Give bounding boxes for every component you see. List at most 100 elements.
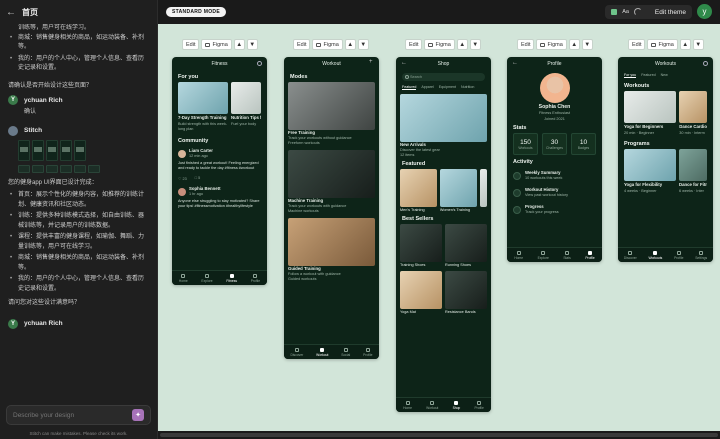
nav-explore[interactable]: Explore [201, 273, 213, 283]
workout-card[interactable]: Yoga for Beginners 20 min · Beginner [624, 91, 677, 136]
edit-theme-button[interactable]: Edit theme [655, 9, 686, 16]
tab-featured[interactable]: Featured [641, 73, 655, 78]
screen-thumbnail[interactable] [60, 139, 72, 161]
screen-thumbnail[interactable] [74, 139, 86, 161]
back-arrow-icon[interactable]: ← [6, 7, 16, 18]
nav-explore[interactable]: Explore [538, 250, 549, 260]
edit-button[interactable]: Edit [182, 39, 200, 50]
screen-thumbnail[interactable] [18, 164, 30, 173]
thumbs-up-icon[interactable]: ▲ [344, 39, 356, 50]
program-card[interactable]: Dance for Fitn 6 weeks · Inter [679, 149, 707, 194]
thumbs-up-icon[interactable]: ▲ [568, 39, 580, 50]
prompt-input[interactable] [13, 411, 132, 419]
shop-search[interactable]: Search [402, 73, 485, 81]
edit-button[interactable]: Edit [628, 39, 646, 50]
horizontal-scrollbar[interactable] [158, 431, 720, 439]
nav-settings[interactable]: Settings [695, 250, 707, 260]
nav-discover[interactable]: Discover [624, 250, 637, 260]
profile-avatar[interactable] [539, 73, 570, 103]
screen-profile[interactable]: ← Profile Sophia Chen Fitness Enthusiast… [507, 57, 602, 262]
nav-profile[interactable]: Profile [674, 250, 683, 260]
nav-home[interactable]: Home [403, 400, 412, 410]
thumbs-down-icon[interactable]: ▼ [357, 39, 369, 50]
send-button[interactable]: ✦ [132, 409, 144, 421]
tab-featured[interactable]: Featured [402, 85, 417, 90]
community-post[interactable]: Liam Carter 12 min ago Just finished a g… [172, 146, 267, 173]
like-icon[interactable]: ♡ 23 [178, 176, 187, 181]
add-icon[interactable]: + [369, 59, 374, 65]
screen-thumbnail[interactable] [18, 139, 30, 161]
thumbs-up-icon[interactable]: ▲ [679, 39, 691, 50]
figma-button[interactable]: Figma [647, 39, 678, 50]
settings-icon[interactable] [703, 61, 708, 66]
content-card[interactable]: 7-Day Strength Training Build strength w… [178, 82, 228, 132]
activity-item[interactable]: Progress Track your progress [507, 201, 602, 218]
content-card[interactable]: Nutrition Tips f Fuel your body [231, 82, 261, 132]
design-canvas[interactable]: Edit Figma ▲ ▼ Edit Figma ▲ ▼ Edit Figma… [158, 24, 720, 431]
activity-item[interactable]: Workout History View past workout history [507, 184, 602, 201]
nav-stats[interactable]: Stats [563, 250, 571, 260]
screen-thumbnail[interactable] [60, 164, 72, 173]
nav-profile[interactable]: Profile [585, 250, 595, 260]
program-card[interactable]: Yoga for Flexibility 4 weeks · Beginner [624, 149, 676, 194]
activity-item[interactable]: Weekly Summary 10 workouts this week [507, 167, 602, 184]
figma-button[interactable]: Figma [312, 39, 343, 50]
thumbs-down-icon[interactable]: ▼ [246, 39, 258, 50]
nav-fitness[interactable]: Fitness [226, 273, 237, 283]
edit-button[interactable]: Edit [405, 39, 423, 50]
new-arrivals-card[interactable]: New Arrivals Discover the latest gear 12… [396, 92, 491, 158]
nav-workout[interactable]: Workout [316, 347, 328, 357]
screen-thumbnail[interactable] [46, 164, 58, 173]
edit-button[interactable]: Edit [293, 39, 311, 50]
figma-button[interactable]: Figma [536, 39, 567, 50]
back-arrow-icon[interactable]: ← [512, 60, 518, 66]
product-card[interactable]: Running Shoes [445, 224, 487, 268]
screen-fitness[interactable]: Fitness For you 7-Day Strength Training … [172, 57, 267, 285]
theme-control[interactable]: Aa Edit theme [605, 5, 692, 19]
nav-profile[interactable]: Profile [251, 273, 260, 283]
product-card[interactable]: Training Shoes [400, 224, 442, 268]
product-card[interactable]: Women's Training [439, 169, 477, 213]
mode-item[interactable]: Guided Training Follow a workout with gu… [284, 214, 379, 282]
screen-thumbnail[interactable] [74, 164, 86, 173]
screen-thumbnail[interactable] [32, 139, 44, 161]
mode-badge[interactable]: STANDARD MODE [166, 7, 226, 17]
product-card[interactable] [479, 169, 487, 213]
thumbs-down-icon[interactable]: ▼ [469, 39, 481, 50]
comment-icon[interactable]: □ 5 [195, 176, 200, 181]
mode-item[interactable]: Free Training Track your workouts withou… [284, 82, 379, 146]
back-arrow-icon[interactable]: ← [401, 60, 407, 66]
nav-social[interactable]: Social [341, 347, 350, 357]
workout-card[interactable]: Dance Cardio 30 min · Interm [679, 91, 707, 136]
thumbs-up-icon[interactable]: ▲ [233, 39, 245, 50]
thumbs-down-icon[interactable]: ▼ [581, 39, 593, 50]
screen-thumbnail[interactable] [46, 139, 58, 161]
figma-button[interactable]: Figma [424, 39, 455, 50]
chat-history[interactable]: 训练等，用户可在线学习。 商城：销售健身相关的商品，如运动装备、补剂等。 我的：… [0, 24, 157, 399]
screen-thumbnail[interactable] [32, 164, 44, 173]
nav-discover[interactable]: Discover [290, 347, 303, 357]
nav-home[interactable]: Home [179, 273, 188, 283]
screen-thumbnail[interactable] [88, 164, 100, 173]
settings-icon[interactable] [257, 61, 262, 66]
tab-nutrition[interactable]: Nutrition [461, 85, 474, 90]
screen-shop[interactable]: ← Shop Search Featured Apparel Equipment… [396, 57, 491, 412]
thumbs-up-icon[interactable]: ▲ [456, 39, 468, 50]
screen-workout[interactable]: Workout + Modes Free Training Track your… [284, 57, 379, 359]
scrollbar-thumb[interactable] [160, 433, 718, 437]
tab-apparel[interactable]: Apparel [421, 85, 433, 90]
community-post[interactable]: Sophia Bennett 1 hr ago Anyone else stru… [172, 184, 267, 211]
edit-button[interactable]: Edit [517, 39, 535, 50]
nav-workout[interactable]: Workout [426, 400, 438, 410]
tab-for-you[interactable]: For you [624, 73, 637, 78]
tab-new[interactable]: New [661, 73, 668, 78]
nav-home[interactable]: Home [514, 250, 523, 260]
nav-workouts[interactable]: Workouts [648, 250, 662, 260]
product-card[interactable]: Yoga Mat [400, 271, 442, 315]
figma-button[interactable]: Figma [201, 39, 232, 50]
tab-equipment[interactable]: Equipment [439, 85, 456, 90]
product-card[interactable]: Resistance Bands [445, 271, 487, 315]
nav-shop[interactable]: Shop [453, 400, 460, 410]
product-card[interactable]: Men's Training [400, 169, 437, 213]
account-avatar[interactable]: y [697, 4, 712, 19]
